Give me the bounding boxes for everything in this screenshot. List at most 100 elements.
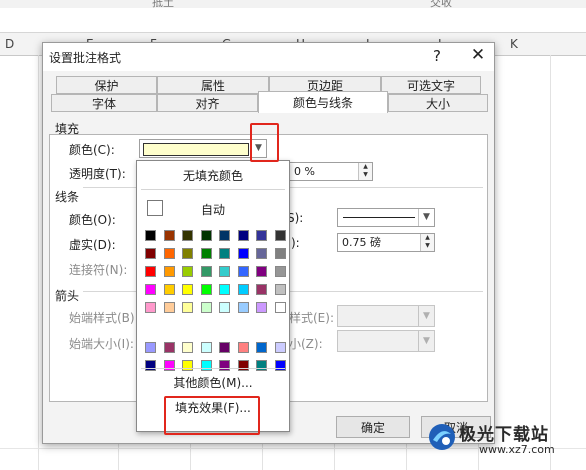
chevron-down-icon[interactable]: ▼ [418, 331, 434, 351]
automatic-option[interactable]: 自动 [201, 201, 225, 218]
automatic-color-swatch[interactable] [147, 200, 163, 216]
color-swatch[interactable] [274, 266, 286, 277]
tab-colors-lines[interactable]: 颜色与线条 [258, 91, 388, 113]
end-style-combo[interactable]: ▼ [337, 305, 435, 327]
color-swatch[interactable] [163, 266, 175, 277]
color-swatch[interactable] [219, 266, 230, 277]
color-swatch[interactable] [163, 360, 175, 371]
column-header-d[interactable]: D [5, 37, 14, 51]
color-swatch[interactable] [163, 342, 175, 353]
color-swatch[interactable] [145, 342, 156, 353]
line-weight-spinner[interactable]: 0.75 磅 ▲ ▼ [337, 233, 435, 252]
color-swatch[interactable] [237, 230, 249, 241]
tab-protection[interactable]: 保护 [56, 76, 157, 94]
color-swatch[interactable] [200, 248, 212, 259]
color-swatch[interactable] [219, 230, 230, 241]
line-weight-label: ): [291, 236, 300, 250]
color-swatch[interactable] [200, 360, 212, 371]
color-swatch[interactable] [274, 284, 286, 295]
color-swatch[interactable] [145, 248, 156, 259]
column-header-k[interactable]: K [510, 37, 518, 51]
no-fill-option[interactable]: 无填充颜色 [137, 167, 289, 184]
color-swatch[interactable] [219, 284, 230, 295]
chevron-down-icon[interactable]: ▼ [418, 306, 434, 326]
spinner-arrows-icon[interactable]: ▲ ▼ [358, 163, 372, 180]
end-style-label: 样式(E): [289, 311, 334, 325]
color-swatch[interactable] [145, 266, 156, 277]
brand-logo-icon [429, 424, 455, 450]
grid-line [38, 55, 39, 470]
fill-color-combo[interactable]: ▼ [139, 139, 267, 158]
formula-band [0, 8, 586, 33]
color-swatch[interactable] [145, 230, 156, 241]
color-swatch[interactable] [145, 360, 156, 371]
color-swatch[interactable] [200, 342, 212, 353]
tab-font[interactable]: 字体 [51, 94, 157, 112]
color-swatch[interactable] [182, 302, 193, 313]
ok-button[interactable]: 确定 [336, 416, 410, 438]
color-swatch[interactable] [219, 360, 230, 371]
color-swatch[interactable] [145, 284, 156, 295]
begin-style-label: 始端样式(B): [69, 311, 139, 325]
watermark-site: www.xz7.com [479, 443, 555, 456]
color-swatch[interactable] [145, 302, 156, 313]
separator [141, 368, 285, 369]
color-swatch[interactable] [182, 360, 193, 371]
transparency-spinner[interactable]: 0 % ▲ ▼ [289, 162, 373, 181]
color-swatch[interactable] [200, 230, 212, 241]
color-swatch[interactable] [163, 248, 175, 259]
grid-line [550, 55, 551, 470]
color-swatch[interactable] [256, 302, 267, 313]
color-swatch[interactable] [182, 230, 193, 241]
arrows-section-title: 箭头 [55, 289, 80, 303]
close-icon[interactable]: ✕ [467, 45, 489, 65]
tab-properties[interactable]: 属性 [157, 76, 269, 94]
color-swatch[interactable] [237, 302, 249, 313]
help-button[interactable]: ? [427, 47, 447, 65]
color-swatch[interactable] [200, 302, 212, 313]
spinner-arrows-icon[interactable]: ▲ ▼ [420, 234, 434, 251]
highlight-box-fill-effects [164, 396, 260, 435]
color-swatch[interactable] [163, 284, 175, 295]
line-dash-label: 虚实(D): [69, 238, 116, 252]
line-style-combo[interactable]: ▼ [337, 208, 435, 227]
color-swatch[interactable] [274, 302, 286, 313]
tab-alignment[interactable]: 对齐 [157, 94, 258, 112]
more-colors-option[interactable]: 其他颜色(M)... [137, 374, 289, 391]
color-swatch[interactable] [274, 342, 286, 353]
color-swatch[interactable] [182, 284, 193, 295]
color-swatch[interactable] [274, 230, 286, 241]
color-swatch[interactable] [200, 284, 212, 295]
color-swatch[interactable] [237, 248, 249, 259]
chevron-down-icon[interactable]: ▼ [418, 209, 434, 226]
color-swatch[interactable] [256, 342, 267, 353]
color-swatch[interactable] [182, 342, 193, 353]
color-swatch[interactable] [237, 266, 249, 277]
color-swatch[interactable] [182, 266, 193, 277]
end-size-combo[interactable]: ▼ [337, 330, 435, 352]
color-swatch[interactable] [237, 284, 249, 295]
color-swatch[interactable] [219, 342, 230, 353]
color-swatch[interactable] [274, 360, 286, 371]
color-swatch[interactable] [200, 266, 212, 277]
color-swatch[interactable] [163, 302, 175, 313]
color-swatch[interactable] [274, 248, 286, 259]
color-swatch[interactable] [163, 230, 175, 241]
color-swatch[interactable] [237, 360, 249, 371]
color-swatch[interactable] [256, 284, 267, 295]
color-swatch[interactable] [256, 266, 267, 277]
color-swatch[interactable] [182, 248, 193, 259]
color-swatch[interactable] [256, 230, 267, 241]
begin-size-label: 始端大小(I): [69, 337, 134, 351]
watermark-brand: 极光下载站 [459, 425, 549, 445]
color-swatch[interactable] [219, 248, 230, 259]
tab-size[interactable]: 大小 [388, 94, 488, 112]
color-swatch[interactable] [237, 342, 249, 353]
color-swatch[interactable] [219, 302, 230, 313]
connector-label: 连接符(N): [69, 263, 128, 277]
dialog-titlebar[interactable]: 设置批注格式 ? ✕ [43, 43, 494, 71]
color-swatch[interactable] [256, 248, 267, 259]
color-swatch[interactable] [256, 360, 267, 371]
transparency-label: 透明度(T): [69, 167, 126, 181]
tab-alt-text[interactable]: 可选文字 [381, 76, 481, 94]
